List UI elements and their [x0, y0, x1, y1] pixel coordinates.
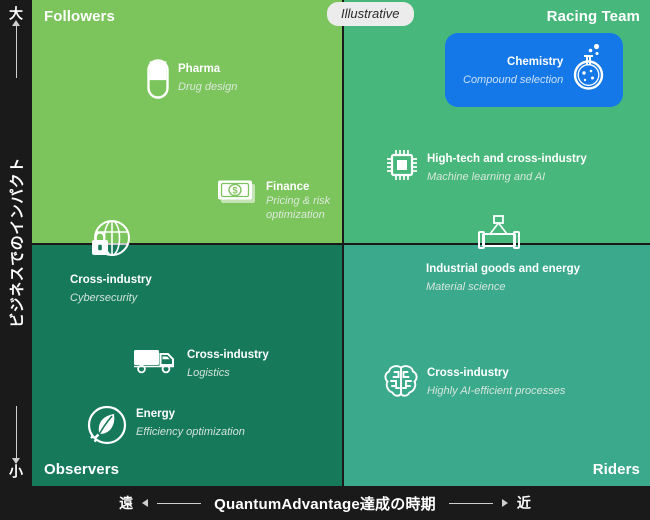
- brain-icon: [382, 362, 420, 405]
- horizontal-axis: 遠 QuantumAdvantage達成の時期 近: [0, 486, 650, 520]
- item-logistics-name: Cross-industry: [187, 349, 269, 361]
- quadrant-label-riders: Riders: [592, 461, 640, 478]
- vertical-axis: 大 ビジネスでのインパクト 小: [0, 0, 32, 486]
- item-high-tech-name: High-tech and cross-industry: [427, 153, 587, 165]
- item-pharma-text: Pharma Drug design: [178, 58, 237, 95]
- quadrant-label-observers: Observers: [44, 461, 120, 478]
- item-cybersecurity-sub: Cybersecurity: [70, 292, 138, 304]
- item-chemistry[interactable]: Chemistry Compound selection: [445, 33, 624, 107]
- item-energy-text: Energy Efficiency optimization: [136, 403, 245, 440]
- item-high-tech-sub: Machine learning and AI: [427, 171, 546, 183]
- item-chemistry-sub: Compound selection: [463, 74, 564, 86]
- item-ai-processes-sub: Highly AI-efficient processes: [427, 385, 566, 397]
- item-logistics-text: Cross-industry Logistics: [187, 344, 269, 381]
- pill-icon: [145, 58, 171, 105]
- horizontal-axis-label: QuantumAdvantage達成の時期: [214, 495, 436, 513]
- svg-text:$: $: [232, 186, 237, 196]
- item-high-tech-text: High-tech and cross-industry Machine lea…: [427, 148, 587, 185]
- item-finance-name: Finance: [266, 181, 310, 193]
- item-industrial-goods-sub: Material science: [426, 281, 506, 293]
- item-pharma-sub: Drug design: [178, 81, 238, 93]
- item-logistics[interactable]: Cross-industry Logistics: [132, 344, 269, 381]
- horizontal-axis-arrow-right-icon: [501, 499, 508, 507]
- item-cybersecurity-name: Cross-industry: [70, 274, 152, 286]
- vertical-axis-low-label: 小: [8, 464, 24, 478]
- item-cybersecurity-text: Cross-industry Cybersecurity: [68, 267, 152, 306]
- globe-lock-icon: [87, 218, 133, 267]
- item-high-tech[interactable]: High-tech and cross-industry Machine lea…: [384, 148, 587, 187]
- item-industrial-goods-name: Industrial goods and energy: [426, 263, 580, 275]
- horizontal-axis-right-label: 近: [516, 495, 531, 511]
- microchip-icon: [384, 148, 420, 187]
- banknote-icon: $: [215, 176, 259, 211]
- item-ai-processes-name: Cross-industry: [427, 367, 509, 379]
- item-ai-processes[interactable]: Cross-industry Highly AI-efficient proce…: [382, 362, 565, 405]
- item-cybersecurity[interactable]: Cross-industry Cybersecurity: [68, 218, 152, 306]
- quadrant-label-racing-team: Racing Team: [546, 8, 640, 25]
- item-chemistry-text: Chemistry Compound selection: [463, 51, 563, 88]
- item-industrial-goods-text: Industrial goods and energy Material sci…: [418, 256, 580, 295]
- horizontal-axis-left-label: 遠: [119, 495, 134, 511]
- item-chemistry-name: Chemistry: [507, 56, 564, 68]
- flask-icon: [570, 42, 610, 97]
- pipe-crane-icon: [472, 215, 526, 256]
- horizontal-axis-arrow-left-icon: [142, 499, 149, 507]
- vertical-axis-line-bottom: [15, 406, 17, 458]
- matrix-area: Followers Racing Team Observers Riders I…: [32, 0, 650, 486]
- item-energy[interactable]: Energy Efficiency optimization: [85, 403, 245, 452]
- item-energy-name: Energy: [136, 408, 175, 420]
- item-logistics-sub: Logistics: [187, 367, 230, 379]
- item-ai-processes-text: Cross-industry Highly AI-efficient proce…: [427, 362, 565, 399]
- item-pharma[interactable]: Pharma Drug design: [145, 58, 237, 105]
- item-finance-text: Finance Pricing & risk optimization: [266, 176, 338, 223]
- vertical-axis-line-top: [15, 26, 17, 78]
- item-finance[interactable]: $ Finance Pricing & risk optimization: [215, 176, 340, 223]
- vertical-axis-label: ビジネスでのインパクト: [8, 156, 26, 328]
- item-industrial-goods[interactable]: Industrial goods and energy Material sci…: [418, 215, 580, 295]
- vertical-axis-label-wrap: ビジネスでのインパクト: [0, 78, 32, 406]
- horizontal-axis-line-left: [157, 502, 202, 504]
- vertical-axis-high-label: 大: [8, 6, 24, 20]
- truck-icon: [132, 344, 180, 381]
- illustrative-badge: Illustrative: [327, 2, 414, 26]
- item-finance-sub: Pricing & risk optimization: [266, 195, 331, 221]
- horizontal-axis-line-right: [448, 502, 493, 504]
- leaf-plug-icon: [85, 403, 129, 452]
- item-pharma-name: Pharma: [178, 63, 221, 75]
- quadrant-chart: 大 ビジネスでのインパクト 小 Followers Racing Team Ob…: [0, 0, 650, 520]
- quadrant-label-followers: Followers: [44, 8, 115, 25]
- item-energy-sub: Efficiency optimization: [136, 426, 245, 438]
